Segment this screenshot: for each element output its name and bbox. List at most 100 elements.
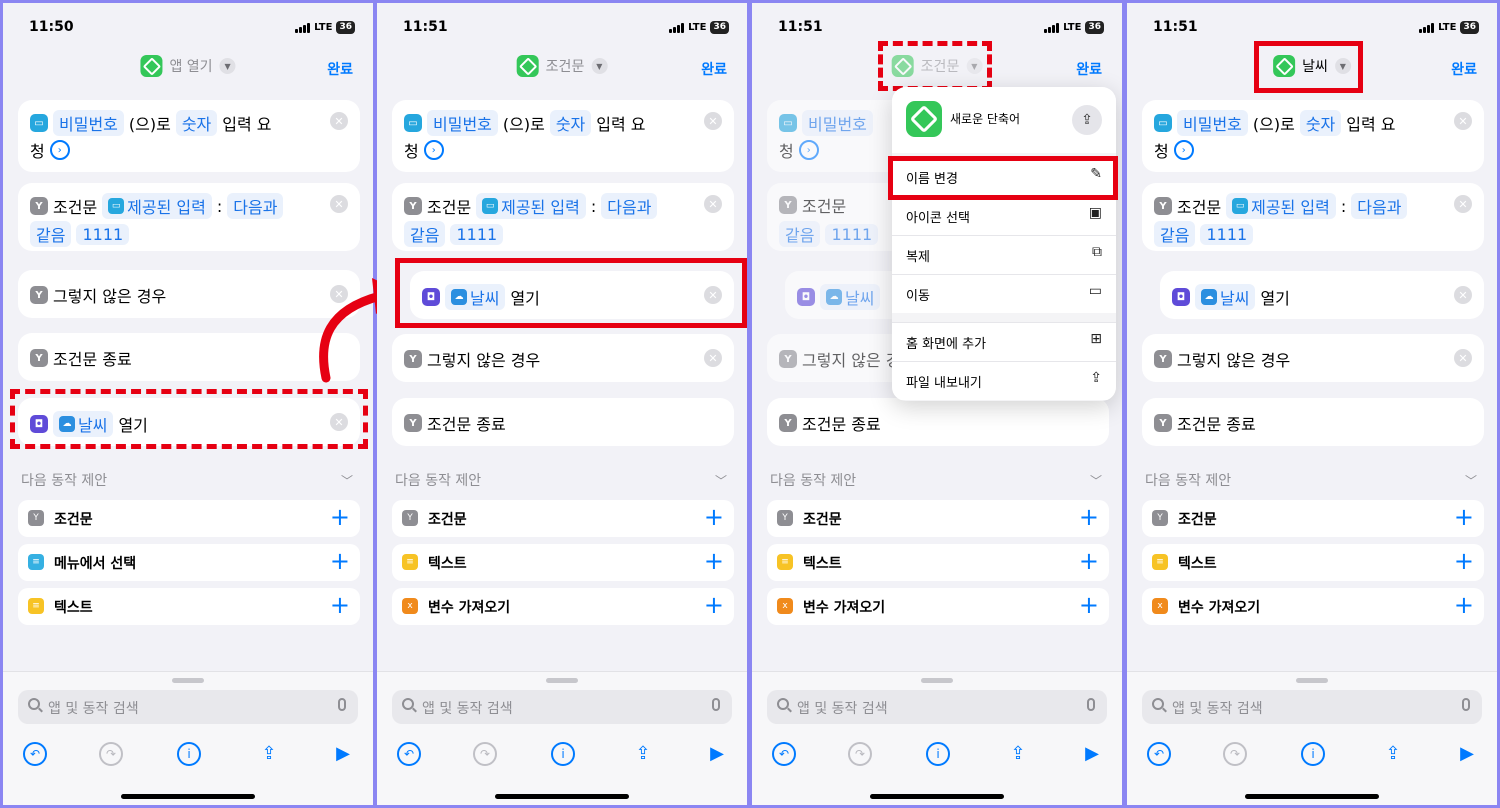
add-icon[interactable]: +: [704, 546, 724, 576]
prompt-chip[interactable]: 비밀번호: [802, 110, 873, 136]
undo-icon[interactable]: ↶: [23, 742, 47, 766]
remove-action-icon[interactable]: ✕: [330, 112, 348, 130]
if-action[interactable]: Y 조건문 ▭ 제공된 입력 : 다음과 같음 1111 ✕: [392, 183, 734, 251]
prompt-chip[interactable]: 비밀번호: [53, 110, 124, 136]
input-chip[interactable]: ▭ 제공된 입력: [476, 193, 586, 219]
sheet-grabber[interactable]: [546, 678, 578, 683]
play-icon[interactable]: ▶: [1080, 742, 1104, 766]
condition-chip[interactable]: 다음과: [1351, 193, 1408, 219]
info-icon[interactable]: i: [551, 742, 575, 766]
search-input[interactable]: 앱 및 동작 검색: [1142, 690, 1482, 724]
remove-action-icon[interactable]: ✕: [704, 349, 722, 367]
expand-arrow-icon[interactable]: ›: [1173, 140, 1194, 160]
ask-input-action[interactable]: ▭ 비밀번호 (으)로 숫자 입력 요 청 › ✕: [392, 100, 734, 172]
type-chip[interactable]: 숫자: [1299, 110, 1342, 136]
play-icon[interactable]: ▶: [705, 742, 729, 766]
ask-input-action[interactable]: ▭ 비밀번호 (으)로 숫자 입력 요 청 › ✕: [1142, 100, 1484, 172]
share-icon[interactable]: ⇪: [1006, 742, 1030, 766]
suggestion-row[interactable]: Y 조건문 +: [767, 500, 1109, 537]
info-icon[interactable]: i: [1301, 742, 1325, 766]
add-icon[interactable]: +: [1454, 590, 1474, 620]
value-chip[interactable]: 1111: [76, 223, 130, 245]
done-button[interactable]: 완료: [327, 59, 353, 79]
add-icon[interactable]: +: [1454, 502, 1474, 532]
play-icon[interactable]: ▶: [331, 742, 355, 766]
menu-item-move[interactable]: 이동 ▭: [892, 274, 1116, 313]
weather-app-chip[interactable]: ☁ 날씨: [820, 284, 881, 310]
otherwise-action[interactable]: Y 그렇지 않은 경우 ✕: [392, 334, 734, 382]
remove-action-icon[interactable]: ✕: [1454, 349, 1472, 367]
search-input[interactable]: 앱 및 동작 검색: [392, 690, 732, 724]
ask-input-action[interactable]: ▭ 비밀번호 (으)로 숫자 입력 요 청 › ✕: [18, 100, 360, 172]
end-if-action[interactable]: Y 조건문 종료: [392, 398, 734, 446]
collapse-chevron-icon[interactable]: ﹀: [1465, 472, 1477, 489]
suggestion-row[interactable]: ≡ 메뉴에서 선택 +: [18, 544, 360, 581]
menu-item-export[interactable]: 파일 내보내기 ⇪: [892, 361, 1116, 400]
suggestion-row[interactable]: Y 조건문 +: [392, 500, 734, 537]
collapse-chevron-icon[interactable]: ﹀: [341, 472, 353, 489]
menu-item-duplicate[interactable]: 복제 ⧉: [892, 235, 1116, 274]
condition-chip[interactable]: 다음과: [601, 193, 658, 219]
suggestion-row[interactable]: ≡ 텍스트 +: [18, 588, 360, 625]
end-if-action[interactable]: Y 조건문 종료: [1142, 398, 1484, 446]
otherwise-action[interactable]: Y 그렇지 않은 경우 ✕: [1142, 334, 1484, 382]
suggestion-row[interactable]: x 변수 가져오기 +: [392, 588, 734, 625]
undo-icon[interactable]: ↶: [397, 742, 421, 766]
sheet-grabber[interactable]: [921, 678, 953, 683]
sheet-grabber[interactable]: [172, 678, 204, 683]
add-icon[interactable]: +: [1079, 502, 1099, 532]
add-icon[interactable]: +: [704, 502, 724, 532]
suggestion-row[interactable]: x 변수 가져오기 +: [767, 588, 1109, 625]
type-chip[interactable]: 숫자: [549, 110, 592, 136]
collapse-chevron-icon[interactable]: ﹀: [1090, 472, 1102, 489]
add-icon[interactable]: +: [330, 546, 350, 576]
open-app-action[interactable]: ◘ ☁ 날씨 열기 ✕: [1160, 271, 1484, 319]
condition-chip-2[interactable]: 같음: [404, 221, 446, 247]
sheet-grabber[interactable]: [1296, 678, 1328, 683]
add-icon[interactable]: +: [330, 590, 350, 620]
share-icon[interactable]: ⇪: [631, 742, 655, 766]
remove-action-icon[interactable]: ✕: [330, 195, 348, 213]
microphone-icon[interactable]: [338, 698, 346, 711]
suggestion-row[interactable]: ≡ 텍스트 +: [1142, 544, 1484, 581]
add-icon[interactable]: +: [1079, 546, 1099, 576]
info-icon[interactable]: i: [926, 742, 950, 766]
add-icon[interactable]: +: [330, 502, 350, 532]
redo-icon[interactable]: ↷: [848, 742, 872, 766]
search-input[interactable]: 앱 및 동작 검색: [18, 690, 358, 724]
play-icon[interactable]: ▶: [1455, 742, 1479, 766]
remove-action-icon[interactable]: ✕: [1454, 112, 1472, 130]
prompt-chip[interactable]: 비밀번호: [427, 110, 498, 136]
share-icon[interactable]: ⇪: [1072, 105, 1102, 135]
microphone-icon[interactable]: [1462, 698, 1470, 711]
otherwise-action[interactable]: Y 그렇지 않은 경우 ✕: [18, 270, 360, 318]
done-button[interactable]: 완료: [1076, 59, 1102, 79]
remove-action-icon[interactable]: ✕: [1454, 286, 1472, 304]
undo-icon[interactable]: ↶: [772, 742, 796, 766]
input-chip[interactable]: ▭ 제공된 입력: [1226, 193, 1336, 219]
expand-arrow-icon[interactable]: ›: [798, 140, 819, 160]
undo-icon[interactable]: ↶: [1147, 742, 1171, 766]
expand-arrow-icon[interactable]: ›: [423, 140, 444, 160]
done-button[interactable]: 완료: [701, 59, 727, 79]
add-icon[interactable]: +: [1079, 590, 1099, 620]
value-chip[interactable]: 1111: [825, 223, 879, 245]
remove-action-icon[interactable]: ✕: [1454, 195, 1472, 213]
done-button[interactable]: 완료: [1451, 59, 1477, 79]
prompt-chip[interactable]: 비밀번호: [1177, 110, 1248, 136]
value-chip[interactable]: 1111: [1200, 223, 1254, 245]
microphone-icon[interactable]: [712, 698, 720, 711]
input-chip[interactable]: ▭ 제공된 입력: [102, 193, 212, 219]
share-icon[interactable]: ⇪: [1381, 742, 1405, 766]
expand-arrow-icon[interactable]: ›: [49, 140, 70, 160]
condition-chip-2[interactable]: 같음: [779, 221, 821, 247]
suggestion-row[interactable]: ≡ 텍스트 +: [767, 544, 1109, 581]
end-if-action[interactable]: Y 조건문 종료: [18, 333, 360, 381]
condition-chip-2[interactable]: 같음: [30, 221, 72, 247]
if-action[interactable]: Y 조건문 ▭ 제공된 입력 : 다음과 같음 1111 ✕: [1142, 183, 1484, 251]
info-icon[interactable]: i: [177, 742, 201, 766]
value-chip[interactable]: 1111: [450, 223, 504, 245]
suggestion-row[interactable]: ≡ 텍스트 +: [392, 544, 734, 581]
share-icon[interactable]: ⇪: [257, 742, 281, 766]
collapse-chevron-icon[interactable]: ﹀: [715, 472, 727, 489]
